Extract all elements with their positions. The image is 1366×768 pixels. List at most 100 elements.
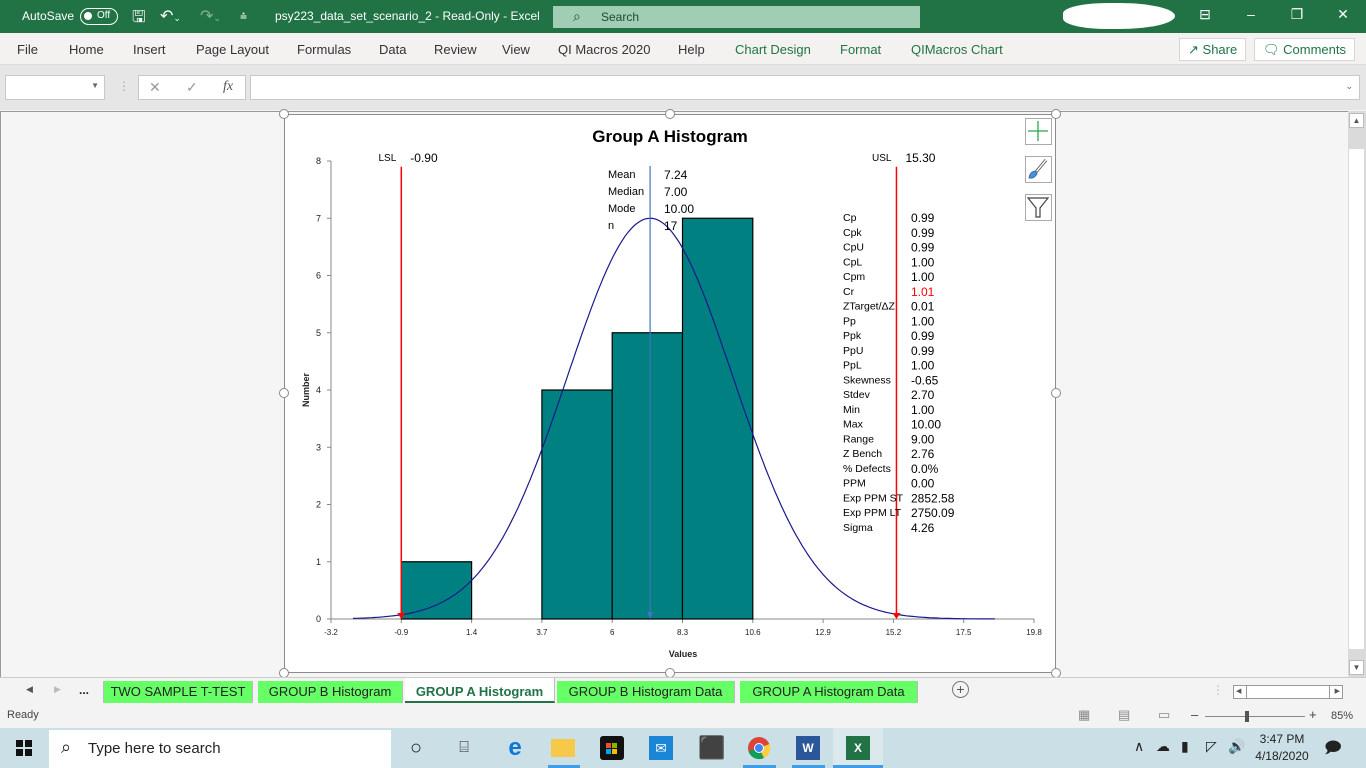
wifi-icon[interactable]: ◸ <box>1206 738 1217 755</box>
chrome-icon[interactable] <box>747 736 771 760</box>
tab-formulas[interactable]: Formulas <box>297 42 351 57</box>
tab-page-layout[interactable]: Page Layout <box>196 42 269 57</box>
volume-icon[interactable]: 🔊 <box>1228 738 1245 755</box>
chart-area[interactable] <box>284 114 1056 673</box>
undo-icon[interactable]: ↶⌄ <box>160 6 181 26</box>
horizontal-scrollbar[interactable]: ◀ ▶ <box>1233 685 1343 699</box>
tab-review[interactable]: Review <box>434 42 477 57</box>
show-hidden-icons-icon[interactable]: ∧ <box>1134 738 1144 755</box>
resize-handle-top-left[interactable] <box>279 109 289 119</box>
windows-taskbar: ⌕ Type here to search ○ ⌸ e ✉ ⬛ W X ∧ ☁ … <box>0 728 1366 768</box>
tab-chart-design[interactable]: Chart Design <box>735 42 811 57</box>
tab-format[interactable]: Format <box>840 42 881 57</box>
tab-qi-macros[interactable]: QI Macros 2020 <box>558 42 651 57</box>
tab-split-handle[interactable]: ⋮ <box>1212 683 1224 697</box>
search-box[interactable]: ⌕ Search <box>553 6 920 28</box>
enter-icon[interactable]: ✓ <box>186 79 198 96</box>
battery-icon[interactable]: ▮ <box>1181 738 1189 755</box>
status-text: Ready <box>7 709 39 721</box>
zoom-level[interactable]: 85% <box>1331 710 1353 722</box>
sheet-tab-group-b-histogram-data[interactable]: GROUP B Histogram Data <box>557 681 735 703</box>
file-explorer-icon[interactable] <box>551 739 575 757</box>
share-label: Share <box>1202 42 1238 57</box>
formula-buttons: ✕ ✓ fx <box>138 75 246 100</box>
office-icon[interactable]: ⬛ <box>698 736 725 760</box>
clock-time[interactable]: 3:47 PM <box>1256 732 1308 746</box>
comment-icon: 🗨 <box>1263 42 1280 57</box>
zoom-slider-thumb[interactable] <box>1244 711 1249 722</box>
page-break-preview-icon[interactable]: ▭ <box>1158 707 1170 723</box>
comments-label: Comments <box>1283 42 1346 57</box>
tab-view[interactable]: View <box>502 42 530 57</box>
vertical-scrollbar[interactable]: ▲ ▼ <box>1348 111 1366 677</box>
scroll-left-icon[interactable]: ◀ <box>1236 687 1241 695</box>
resize-handle-top[interactable] <box>665 109 675 119</box>
autosave-state: Off <box>97 10 111 21</box>
resize-handle-top-right[interactable] <box>1051 109 1061 119</box>
store-icon[interactable] <box>600 736 624 760</box>
chevron-down-icon[interactable]: ▼ <box>91 81 99 90</box>
name-box[interactable]: ▼ <box>5 75 105 100</box>
scroll-up-icon[interactable]: ▲ <box>1349 113 1364 128</box>
sheet-tab-group-a-histogram-data[interactable]: GROUP A Histogram Data <box>740 681 918 703</box>
add-sheet-button[interactable]: + <box>952 681 969 698</box>
close-icon[interactable]: ✕ <box>1328 6 1358 23</box>
document-title: psy223_data_set_scenario_2 - Read-Only -… <box>275 9 540 23</box>
action-center-icon[interactable]: 🗩 <box>1324 737 1342 764</box>
paintbrush-icon <box>1028 159 1048 179</box>
edge-icon[interactable]: e <box>503 736 527 760</box>
scroll-down-icon[interactable]: ▼ <box>1349 660 1364 675</box>
task-view-icon[interactable]: ⌸ <box>452 736 476 760</box>
cortana-icon[interactable]: ○ <box>404 736 428 760</box>
redo-icon[interactable]: ↷⌄ <box>200 6 221 26</box>
sheet-tab-two-sample-t-test[interactable]: TWO SAMPLE T-TEST <box>103 681 253 703</box>
zoom-in-button[interactable]: + <box>1309 707 1317 722</box>
autosave-toggle[interactable]: Off <box>80 8 118 25</box>
tab-help[interactable]: Help <box>678 42 705 57</box>
mail-icon[interactable]: ✉ <box>649 736 673 760</box>
plus-icon <box>1028 121 1048 141</box>
chart-elements-button[interactable] <box>1025 118 1052 145</box>
zoom-out-button[interactable]: – <box>1191 707 1198 722</box>
tab-insert[interactable]: Insert <box>133 42 166 57</box>
title-bar: AutoSave Off 🖫 ↶⌄ ↷⌄ ⩮ psy223_data_set_s… <box>0 0 1366 33</box>
tab-home[interactable]: Home <box>69 42 104 57</box>
prev-sheet-icon[interactable]: ◀ <box>26 684 33 695</box>
chart-filters-button[interactable] <box>1025 194 1052 221</box>
windows-start-icon[interactable] <box>16 740 32 756</box>
tab-data[interactable]: Data <box>379 42 406 57</box>
resize-handle-left[interactable] <box>279 388 289 398</box>
cancel-icon[interactable]: ✕ <box>149 79 161 96</box>
normal-view-icon[interactable]: ▦ <box>1078 707 1090 723</box>
tab-qimacros-chart[interactable]: QIMacros Chart <box>911 42 1003 57</box>
chart-styles-button[interactable] <box>1025 156 1052 183</box>
filter-icon <box>1026 197 1050 218</box>
scroll-right-icon[interactable]: ▶ <box>1335 687 1340 695</box>
sheet-tab-group-b-histogram[interactable]: GROUP B Histogram <box>258 681 403 703</box>
zoom-slider[interactable] <box>1205 716 1305 717</box>
minimize-icon[interactable]: – <box>1236 6 1266 22</box>
insert-function-icon[interactable]: fx <box>223 79 233 95</box>
taskbar-search[interactable]: ⌕ Type here to search <box>49 730 391 768</box>
page-layout-view-icon[interactable]: ▤ <box>1118 707 1130 723</box>
tab-file[interactable]: File <box>17 42 38 57</box>
ribbon-display-options-icon[interactable]: ⊟ <box>1190 6 1220 23</box>
expand-formula-bar-icon[interactable]: ⌄ <box>1345 81 1353 92</box>
more-sheets-button[interactable]: ... <box>79 683 89 697</box>
resize-handle-right[interactable] <box>1051 388 1061 398</box>
clock-date[interactable]: 4/18/2020 <box>1253 749 1311 763</box>
share-icon: ↗ <box>1188 42 1199 57</box>
word-icon[interactable]: W <box>796 736 820 760</box>
restore-icon[interactable]: ❐ <box>1282 6 1312 23</box>
save-icon[interactable]: 🖫 <box>132 6 146 33</box>
customize-qat-icon[interactable]: ⩮ <box>240 9 247 24</box>
comments-button[interactable]: 🗨 Comments <box>1254 38 1355 61</box>
next-sheet-icon[interactable]: ▶ <box>54 684 61 695</box>
sheet-tab-group-a-histogram[interactable]: GROUP A Histogram <box>405 678 555 703</box>
formula-input[interactable]: ⌄ <box>250 75 1360 100</box>
onedrive-sync-icon[interactable]: ☁ <box>1156 738 1170 755</box>
scroll-thumb[interactable] <box>1349 149 1364 649</box>
excel-icon[interactable]: X <box>846 736 870 760</box>
share-button[interactable]: ↗ Share <box>1179 38 1247 61</box>
search-icon: ⌕ <box>573 8 581 24</box>
